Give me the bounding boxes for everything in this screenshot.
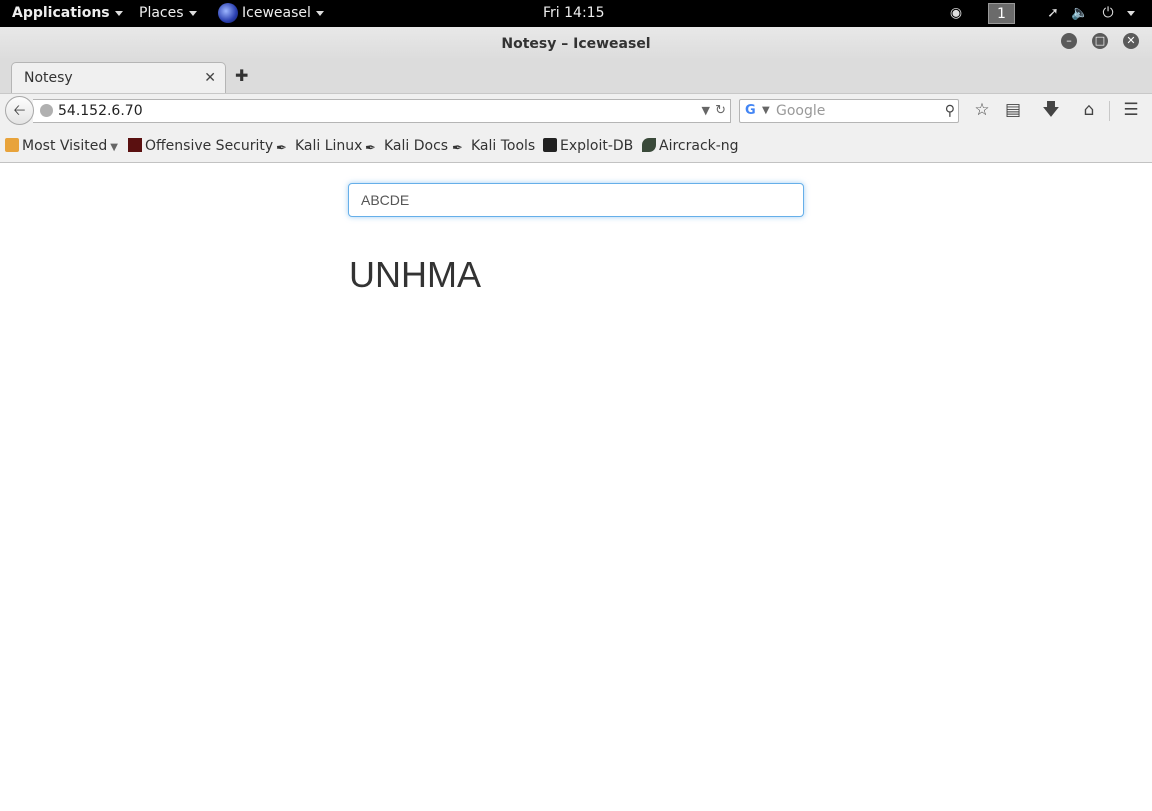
bookmark-label: Offensive Security [145,138,274,154]
search-bar[interactable]: G ▼ Google ⚲ [739,99,959,123]
workspace-indicator[interactable]: 1 [988,3,1015,24]
bookmark-offensive-security[interactable]: Offensive Security [128,128,273,165]
kali-dragon-icon: ✒ [365,141,376,156]
toolbar-separator [1109,101,1110,121]
power-icon[interactable]: ⏻ [1098,0,1118,27]
chevron-down-icon: ▼ [110,142,118,153]
bookmark-label: Kali Docs [384,138,449,154]
system-menu-chevron-icon[interactable] [1124,0,1138,27]
applications-menu[interactable]: Applications [12,0,123,27]
kali-dragon-icon: ✒ [276,141,287,156]
network-icon[interactable]: ➚ [1043,0,1063,27]
note-input[interactable] [348,183,804,217]
aircrack-icon [642,138,656,152]
window-titlebar: Notesy – Iceweasel – □ ✕ [0,27,1152,60]
bookmark-label: Kali Tools [471,138,536,154]
bookmarks-toolbar: Most Visited ▼ Offensive Security ✒ Kali L… [0,128,1152,163]
applications-menu-label: Applications [12,5,110,21]
folder-icon [5,138,19,152]
camera-icon[interactable]: ◉ [946,0,966,27]
bookmark-kali-tools[interactable]: ✒ Kali Tools [452,128,535,165]
window-title: Notesy – Iceweasel [501,36,651,52]
bookmark-label: Kali Linux [295,138,363,154]
chevron-down-icon [315,10,324,16]
reading-list-icon[interactable]: ▤ [1000,94,1026,127]
new-tab-icon[interactable]: ✚ [235,60,248,91]
maximize-icon[interactable]: □ [1092,33,1108,49]
home-icon[interactable]: ⌂ [1076,94,1102,127]
result-heading: UNHMA [349,254,481,295]
download-icon[interactable]: 🡇 [1038,94,1064,127]
bookmark-kali-docs[interactable]: ✒ Kali Docs [365,128,448,165]
app-menu-label: Iceweasel [242,5,311,21]
bookmark-label: Exploit-DB [560,138,634,154]
bookmark-exploit-db[interactable]: Exploit-DB [543,128,633,165]
navigation-toolbar: 54.152.6.70 ▼ ↻ 🡠 G ▼ Google ⚲ ☆ ▤ 🡇 ⌂ ☰ [0,93,1152,128]
bookmark-star-icon[interactable]: ☆ [969,94,995,127]
tab-notesy[interactable]: Notesy ✕ [11,62,226,93]
app-menu[interactable]: Iceweasel [218,0,324,27]
exploitdb-icon [543,138,557,152]
clock[interactable]: Fri 14:15 [543,0,604,27]
bookmark-label: Most Visited [22,138,108,154]
reload-icon[interactable]: ↻ [715,100,726,122]
bookmark-aircrack-ng[interactable]: Aircrack-ng [642,128,739,165]
chevron-down-icon [114,10,123,16]
bookmark-kali-linux[interactable]: ✒ Kali Linux [276,128,362,165]
url-bar[interactable]: 54.152.6.70 ▼ ↻ [33,99,731,123]
volume-icon[interactable]: 🔈 [1070,0,1090,27]
search-engine-dropdown-icon[interactable]: ▼ [762,100,770,122]
kali-dragon-icon: ✒ [452,141,463,156]
bookmark-most-visited[interactable]: Most Visited ▼ [5,128,118,166]
close-tab-icon[interactable]: ✕ [204,63,216,93]
search-input[interactable]: Google [776,100,825,122]
globe-icon [40,104,53,117]
tab-label: Notesy [24,70,73,86]
back-button[interactable]: 🡠 [5,96,34,125]
offsec-icon [128,138,142,152]
google-icon: G [745,103,756,118]
search-icon[interactable]: ⚲ [945,100,955,122]
arrow-left-icon: 🡠 [13,101,26,119]
history-dropdown-icon[interactable]: ▼ [702,100,710,122]
clock-label: Fri 14:15 [543,5,605,21]
bookmark-label: Aircrack-ng [659,138,739,154]
tab-strip: Notesy ✕ [0,60,1152,93]
gnome-top-bar: Applications Places Iceweasel Fri 14:15 … [0,0,1152,27]
places-menu[interactable]: Places [139,0,197,27]
iceweasel-icon [218,3,238,23]
url-text[interactable]: 54.152.6.70 [58,100,143,122]
close-window-icon[interactable]: ✕ [1123,33,1139,49]
places-menu-label: Places [139,5,184,21]
chevron-down-icon [188,10,197,16]
menu-icon[interactable]: ☰ [1118,94,1144,127]
minimize-icon[interactable]: – [1061,33,1077,49]
